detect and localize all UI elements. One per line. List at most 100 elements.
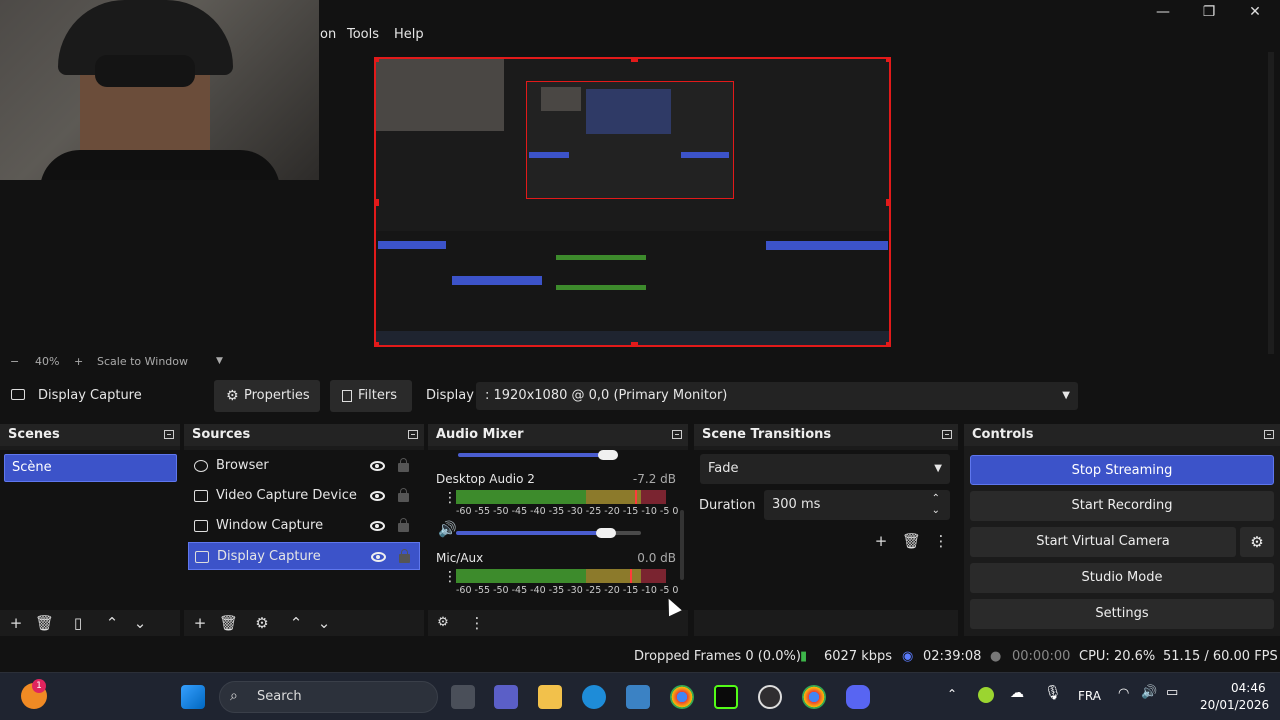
kick-icon[interactable] (714, 685, 738, 709)
audio-mixer-title: Audio Mixer (428, 424, 688, 446)
slider-knob[interactable] (598, 450, 618, 460)
nested-scene (529, 152, 569, 158)
lock-icon[interactable] (398, 458, 409, 472)
volume-slider-prev[interactable] (458, 453, 608, 457)
settings-button[interactable]: Settings (970, 599, 1274, 629)
trash-icon[interactable]: 🗑 (35, 614, 54, 632)
discord-icon[interactable] (846, 685, 870, 709)
eye-icon[interactable] (371, 552, 386, 562)
wifi-icon[interactable]: ◠ (1118, 686, 1129, 701)
eye-icon[interactable] (370, 461, 385, 471)
volume-icon[interactable]: 🔊 (1141, 685, 1157, 700)
stop-streaming-button[interactable]: Stop Streaming (970, 455, 1274, 485)
trash-icon[interactable]: 🗑 (219, 614, 238, 632)
lock-icon[interactable] (398, 488, 409, 502)
resize-handle-t[interactable] (631, 59, 638, 62)
edge-icon[interactable] (582, 685, 606, 709)
start-icon[interactable] (181, 685, 205, 709)
file-explorer-icon[interactable] (538, 685, 562, 709)
gear-icon[interactable]: ⚙ (253, 614, 271, 632)
mixer-scrollbar[interactable] (680, 510, 684, 580)
source-item-browser[interactable]: Browser (188, 452, 420, 480)
scenes-list: Scène (0, 450, 180, 610)
obs-icon[interactable] (758, 685, 782, 709)
duration-input[interactable]: 300 ms ⌃ ⌄ (764, 490, 950, 520)
clock-date[interactable]: 20/01/2026 (1200, 698, 1269, 712)
volume-slider[interactable] (456, 531, 601, 535)
speaker-icon[interactable]: 🔊 (438, 520, 457, 538)
kebab-menu-icon[interactable]: ⋮ (443, 490, 457, 506)
cloud-icon[interactable]: ☁ (1010, 685, 1024, 701)
add-icon[interactable]: + (191, 614, 209, 632)
eye-icon[interactable] (370, 491, 385, 501)
resize-handle-l[interactable] (376, 199, 379, 206)
menu-item-help[interactable]: Help (394, 27, 424, 42)
transition-select[interactable]: Fade ▼ (700, 454, 950, 484)
preview-canvas[interactable] (374, 57, 891, 347)
lock-icon[interactable] (399, 549, 410, 563)
minimize-button[interactable]: — (1140, 2, 1186, 22)
source-item-window-capture[interactable]: Window Capture (188, 512, 420, 540)
resize-handle-br[interactable] (886, 342, 889, 345)
studio-mode-button[interactable]: Studio Mode (970, 563, 1274, 593)
chrome-icon[interactable] (670, 685, 694, 709)
clock-time[interactable]: 04:46 (1231, 681, 1266, 695)
resize-handle-b[interactable] (631, 342, 638, 345)
preview-scrollbar[interactable] (1268, 52, 1274, 354)
trash-icon[interactable]: 🗑 (902, 532, 921, 550)
microphone-icon[interactable]: 🎙 (1044, 685, 1062, 701)
filters-button[interactable]: Filters (330, 380, 412, 412)
start-virtual-camera-button[interactable]: Start Virtual Camera (970, 527, 1236, 557)
language-indicator[interactable]: FRA (1078, 689, 1101, 703)
slider-knob[interactable] (596, 528, 616, 538)
undock-icon[interactable] (1264, 430, 1274, 439)
source-item-display-capture[interactable]: Display Capture (188, 542, 420, 570)
search-input[interactable]: ⌕ Search (219, 681, 438, 713)
task-view-icon[interactable] (451, 685, 475, 709)
store-icon[interactable] (626, 685, 650, 709)
tray-app-icon[interactable] (978, 687, 994, 703)
resize-handle-r[interactable] (886, 199, 889, 206)
gear-icon[interactable]: ⚙ (434, 614, 452, 632)
display-select[interactable]: : 1920x1080 @ 0,0 (Primary Monitor) ▼ (476, 382, 1078, 410)
kebab-menu-icon[interactable]: ⋮ (468, 614, 486, 632)
undock-icon[interactable] (672, 430, 682, 439)
add-icon[interactable]: + (7, 614, 25, 632)
kebab-menu-icon[interactable]: ⋮ (932, 532, 950, 550)
undock-icon[interactable] (164, 430, 174, 439)
filter-icon[interactable]: ▯ (69, 614, 87, 632)
chevron-up-icon[interactable]: ⌃ (287, 614, 305, 632)
kebab-menu-icon[interactable]: ⋮ (443, 569, 457, 585)
resize-handle-tl[interactable] (376, 59, 379, 62)
undock-icon[interactable] (408, 430, 418, 439)
virtual-camera-settings-button[interactable]: ⚙ (1240, 527, 1274, 557)
add-icon[interactable]: + (872, 532, 890, 550)
undock-icon[interactable] (942, 430, 952, 439)
lock-icon[interactable] (398, 518, 409, 532)
zoom-out-button[interactable]: − (10, 355, 19, 368)
chevron-up-icon[interactable]: ⌃ (947, 687, 957, 701)
resize-handle-tr[interactable] (886, 59, 889, 62)
properties-button[interactable]: ⚙ Properties (214, 380, 320, 412)
chevron-down-icon[interactable]: ⌄ (932, 496, 940, 526)
chevron-down-icon[interactable]: ▼ (216, 356, 223, 366)
zoom-in-button[interactable]: + (74, 355, 83, 368)
nested-screen (586, 89, 671, 134)
scene-item[interactable]: Scène (4, 454, 177, 482)
chevron-up-icon[interactable]: ⌃ (103, 614, 121, 632)
teams-icon[interactable] (494, 685, 518, 709)
chevron-down-icon[interactable]: ⌄ (131, 614, 149, 632)
scale-mode-select[interactable]: Scale to Window (97, 355, 188, 368)
eye-icon[interactable] (370, 521, 385, 531)
battery-icon[interactable]: ▭ (1166, 685, 1178, 700)
resize-handle-bl[interactable] (376, 342, 379, 345)
chrome-profile-icon[interactable] (802, 685, 826, 709)
stream-time: 02:39:08 (923, 649, 982, 664)
maximize-button[interactable]: ❐ (1186, 2, 1232, 22)
menu-item-partial[interactable]: on (320, 27, 336, 42)
close-button[interactable]: ✕ (1232, 2, 1278, 22)
menu-item-tools[interactable]: Tools (347, 27, 379, 42)
chevron-down-icon[interactable]: ⌄ (315, 614, 333, 632)
source-item-video-capture[interactable]: Video Capture Device (188, 482, 420, 510)
start-recording-button[interactable]: Start Recording (970, 491, 1274, 521)
